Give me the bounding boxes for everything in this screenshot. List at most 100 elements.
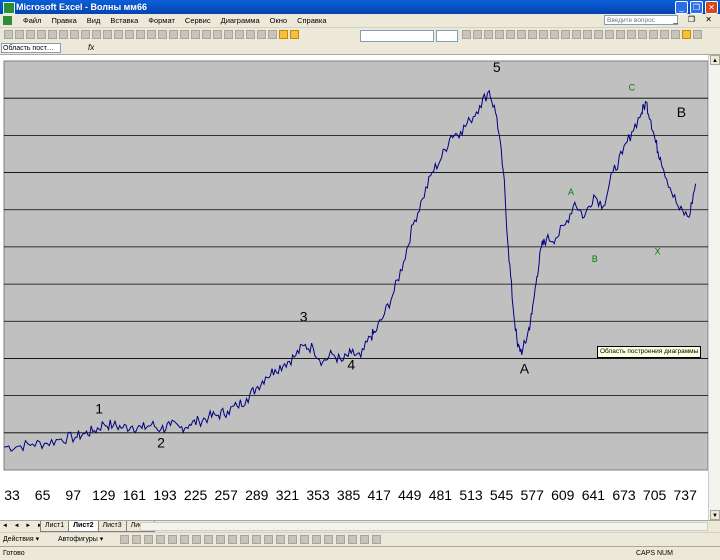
toolbar-icon-19[interactable] [213, 30, 222, 39]
tab-sheet-3[interactable]: Лист3 [97, 521, 127, 532]
format-toolbar-icon-20[interactable] [682, 30, 691, 39]
elliott-wave-chart[interactable]: 33 65 97 129 161 193 225 257 289 321 353 385 417 449 4… [0, 55, 708, 520]
menu-item-6[interactable]: Диаграмма [216, 15, 265, 26]
toolbar-icon-7[interactable] [81, 30, 90, 39]
toolbar-icon-14[interactable] [158, 30, 167, 39]
document-window-controls[interactable]: _ ❐ ✕ [673, 15, 716, 24]
draw-tool-icon-12[interactable] [264, 535, 273, 544]
toolbar-icon-6[interactable] [70, 30, 79, 39]
format-toolbar-icon-3[interactable] [495, 30, 504, 39]
menu-item-5[interactable]: Сервис [180, 15, 216, 26]
toolbar-icon-21[interactable] [235, 30, 244, 39]
format-toolbar-icon-19[interactable] [671, 30, 680, 39]
menu-item-4[interactable]: Формат [143, 15, 180, 26]
toolbar-icon-5[interactable] [59, 30, 68, 39]
format-toolbar-icon-9[interactable] [561, 30, 570, 39]
format-toolbar-icon-18[interactable] [660, 30, 669, 39]
fx-icon[interactable]: fx [88, 42, 94, 54]
menu-item-1[interactable]: Правка [46, 15, 81, 26]
draw-tool-icon-6[interactable] [192, 535, 201, 544]
draw-tool-icon-16[interactable] [312, 535, 321, 544]
toolbar-icon-8[interactable] [92, 30, 101, 39]
format-toolbar-icon-15[interactable] [627, 30, 636, 39]
menu-item-3[interactable]: Вставка [105, 15, 143, 26]
format-toolbar-icon-16[interactable] [638, 30, 647, 39]
format-toolbar-icon-4[interactable] [506, 30, 515, 39]
format-toolbar-icon-5[interactable] [517, 30, 526, 39]
draw-tool-icon-17[interactable] [324, 535, 333, 544]
format-toolbar-icon-12[interactable] [594, 30, 603, 39]
draw-tool-icon-10[interactable] [240, 535, 249, 544]
toolbar-icon-16[interactable] [180, 30, 189, 39]
format-toolbar-icon-14[interactable] [616, 30, 625, 39]
actions-menu[interactable]: Действия ▾ [3, 534, 39, 545]
draw-tool-icon-21[interactable] [372, 535, 381, 544]
format-toolbar-icon-0[interactable] [462, 30, 471, 39]
workbook-icon[interactable] [3, 16, 12, 25]
toolbar-icon-10[interactable] [114, 30, 123, 39]
toolbar-icon-12[interactable] [136, 30, 145, 39]
toolbar-icon-15[interactable] [169, 30, 178, 39]
toolbar-icon-13[interactable] [147, 30, 156, 39]
draw-tool-icon-3[interactable] [156, 535, 165, 544]
toolbar-icon-4[interactable] [48, 30, 57, 39]
tab-sheet-2[interactable]: Лист2 [68, 521, 99, 532]
draw-tool-icon-13[interactable] [276, 535, 285, 544]
draw-tool-icon-5[interactable] [180, 535, 189, 544]
toolbar-icon-24[interactable] [268, 30, 277, 39]
draw-tool-icon-1[interactable] [132, 535, 141, 544]
close-button[interactable]: ✕ [705, 1, 718, 14]
draw-tool-icon-0[interactable] [120, 535, 129, 544]
format-toolbar-icon-11[interactable] [583, 30, 592, 39]
tab-sheet-1[interactable]: Лист1 [40, 521, 70, 532]
menu-item-8[interactable]: Справка [292, 15, 331, 26]
draw-tool-icon-18[interactable] [336, 535, 345, 544]
draw-tool-icon-14[interactable] [288, 535, 297, 544]
font-name-select[interactable] [360, 30, 434, 42]
format-toolbar-icon-13[interactable] [605, 30, 614, 39]
toolbar-icon-2[interactable] [26, 30, 35, 39]
format-toolbar-icon-17[interactable] [649, 30, 658, 39]
format-toolbar-icon-2[interactable] [484, 30, 493, 39]
toolbar-icon-25[interactable] [279, 30, 288, 39]
toolbar-icon-18[interactable] [202, 30, 211, 39]
restore-button[interactable]: ❐ [690, 1, 703, 14]
draw-tool-icon-15[interactable] [300, 535, 309, 544]
toolbar-icon-3[interactable] [37, 30, 46, 39]
draw-tool-icon-4[interactable] [168, 535, 177, 544]
scroll-up-icon[interactable]: ▲ [710, 55, 720, 65]
help-question-input[interactable]: Введите вопрос [604, 15, 678, 25]
format-toolbar-icon-10[interactable] [572, 30, 581, 39]
format-toolbar-icon-7[interactable] [539, 30, 548, 39]
toolbar-icon-22[interactable] [246, 30, 255, 39]
toolbar-icon-23[interactable] [257, 30, 266, 39]
vertical-scrollbar[interactable]: ▲ ▼ [708, 55, 720, 520]
toolbar-icon-17[interactable] [191, 30, 200, 39]
menu-item-0[interactable]: Файл [18, 15, 46, 26]
font-size-select[interactable] [436, 30, 458, 42]
menu-item-7[interactable]: Окно [265, 15, 292, 26]
draw-tool-icon-2[interactable] [144, 535, 153, 544]
horizontal-scrollbar[interactable] [140, 522, 708, 531]
draw-tool-icon-8[interactable] [216, 535, 225, 544]
toolbar-icon-0[interactable] [4, 30, 13, 39]
draw-tool-icon-20[interactable] [360, 535, 369, 544]
toolbar-icon-1[interactable] [15, 30, 24, 39]
draw-tool-icon-19[interactable] [348, 535, 357, 544]
menu-item-2[interactable]: Вид [82, 15, 106, 26]
format-toolbar-icon-8[interactable] [550, 30, 559, 39]
format-toolbar-icon-21[interactable] [693, 30, 702, 39]
format-toolbar-icon-6[interactable] [528, 30, 537, 39]
name-box[interactable]: Область пост… [1, 43, 61, 53]
toolbar-icon-11[interactable] [125, 30, 134, 39]
draw-tool-icon-9[interactable] [228, 535, 237, 544]
toolbar-icon-26[interactable] [290, 30, 299, 39]
format-toolbar-icon-1[interactable] [473, 30, 482, 39]
draw-tool-icon-11[interactable] [252, 535, 261, 544]
toolbar-icon-9[interactable] [103, 30, 112, 39]
autoshapes-menu[interactable]: Автофигуры ▾ [58, 534, 103, 545]
minimize-button[interactable]: _ [675, 1, 688, 14]
draw-tool-icon-7[interactable] [204, 535, 213, 544]
tab-scroll-buttons[interactable]: ◄ ◄ ► ► [2, 521, 45, 531]
toolbar-icon-20[interactable] [224, 30, 233, 39]
